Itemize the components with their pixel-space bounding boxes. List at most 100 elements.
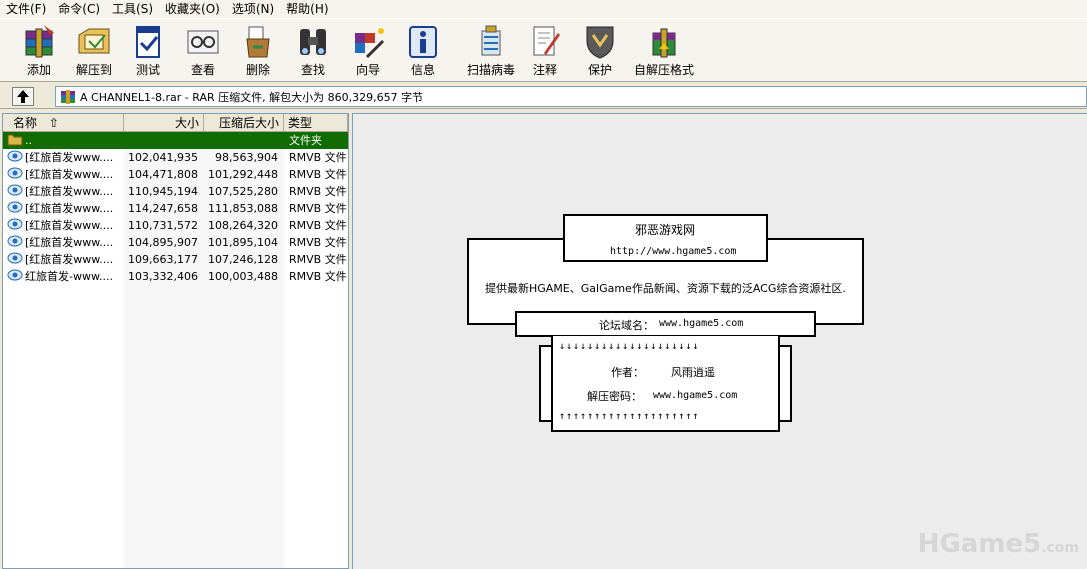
address-text: A CHANNEL1-8.rar - RAR 压缩文件, 解包大小为 860,3…: [80, 90, 424, 104]
file-compressed-size: 107,525,280: [208, 185, 278, 198]
column-compressed-size[interactable]: 压缩后大小: [204, 114, 284, 132]
file-name: [红旅首发www....: [25, 185, 114, 198]
comment-pane: 邪恶游戏网 http://www.hgame5.com 提供最新HGAME、Ga…: [352, 113, 1087, 569]
watermark-logo: HGame5.com: [918, 529, 1079, 559]
comment-forum-url: www.hgame5.com: [659, 318, 744, 329]
delete-icon: [246, 26, 270, 58]
file-compressed-size: 111,853,088: [208, 202, 278, 215]
file-type: RMVB 文件: [289, 185, 347, 198]
comment-site-url: http://www.hgame5.com: [610, 246, 737, 257]
folder-icon: [7, 132, 24, 149]
file-compressed-size: 101,292,448: [208, 168, 278, 181]
file-type: RMVB 文件: [289, 219, 347, 232]
rar-archive-icon: [61, 89, 75, 104]
protect-shield-icon: [586, 26, 614, 59]
up-arrow-icon: [17, 90, 29, 103]
rmvb-file-icon: [7, 200, 24, 217]
virus-scan-icon: [481, 25, 501, 56]
info-label: 信息: [410, 63, 435, 77]
column-header: 名称 ⇧ 大小 压缩后大小 类型: [3, 114, 348, 132]
rmvb-file-icon: [7, 217, 24, 234]
file-row[interactable]: 红旅首发-www.... 103,332,406 100,003,488 RMVB 文…: [3, 268, 348, 285]
comment-down-arrows: ↓↓↓↓↓↓↓↓↓↓↓↓↓↓↓↓↓↓↓↓: [559, 341, 700, 352]
file-list[interactable]: 名称 ⇧ 大小 压缩后大小 类型 .. 文件夹 [红旅首发www.... 102,04…: [2, 113, 349, 569]
comment-author: 风雨逍遥: [671, 366, 715, 379]
protect-button[interactable]: 保护: [571, 23, 629, 79]
column-size[interactable]: 大小: [124, 114, 204, 132]
file-type: RMVB 文件: [289, 202, 347, 215]
wizard-label: 向导: [355, 63, 380, 77]
file-row[interactable]: [红旅首发www.... 109,663,177 107,246,128 RMVB 文…: [3, 251, 348, 268]
rmvb-file-icon: [7, 251, 24, 268]
menu-favorites[interactable]: 收藏夹(O): [159, 0, 226, 18]
menu-file[interactable]: 文件(F): [0, 0, 52, 18]
file-type: RMVB 文件: [289, 236, 347, 249]
column-name[interactable]: 名称 ⇧: [3, 114, 124, 132]
delete-button[interactable]: 删除: [229, 23, 287, 79]
add-archive-icon: [25, 25, 54, 58]
rmvb-file-icon: [7, 149, 24, 166]
file-row[interactable]: [红旅首发www.... 104,895,907 101,895,104 RMVB 文…: [3, 234, 348, 251]
file-size: 109,663,177: [128, 253, 198, 266]
menu-bar: 文件(F) 命令(C) 工具(S) 收藏夹(O) 选项(N) 帮助(H): [0, 0, 1087, 18]
file-row[interactable]: [红旅首发www.... 110,731,572 108,264,320 RMVB 文…: [3, 217, 348, 234]
file-compressed-size: 100,003,488: [208, 270, 278, 283]
file-size: 104,471,808: [128, 168, 198, 181]
file-size: [124, 132, 198, 149]
file-row[interactable]: [红旅首发www.... 102,041,935 98,563,904 RMVB 文件: [3, 149, 348, 166]
column-name-label: 名称: [13, 116, 38, 130]
add-button[interactable]: 添加: [10, 23, 68, 79]
file-type: RMVB 文件: [289, 253, 347, 266]
file-row[interactable]: [红旅首发www.... 110,945,194 107,525,280 RMVB 文…: [3, 183, 348, 200]
menu-tools[interactable]: 工具(S): [106, 0, 159, 18]
file-size: 103,332,406: [128, 270, 198, 283]
rmvb-file-icon: [7, 234, 24, 251]
sfx-label: 自解压格式: [633, 63, 694, 77]
virus-scan-button[interactable]: 扫描病毒: [459, 23, 523, 79]
watermark-suffix: .com: [1041, 540, 1079, 556]
file-name: [红旅首发www....: [25, 168, 114, 181]
rmvb-file-icon: [7, 183, 24, 200]
find-label: 查找: [300, 63, 325, 77]
menu-command[interactable]: 命令(C): [52, 0, 106, 18]
find-button[interactable]: 查找: [284, 23, 342, 79]
view-label: 查看: [190, 63, 215, 77]
comment-up-arrows: ↑↑↑↑↑↑↑↑↑↑↑↑↑↑↑↑↑↑↑↑: [559, 411, 700, 422]
file-name: [红旅首发www....: [25, 151, 114, 164]
sfx-button[interactable]: 自解压格式: [632, 23, 696, 79]
sfx-icon: [652, 28, 676, 58]
file-compressed-size: 108,264,320: [208, 219, 278, 232]
file-size: 104,895,907: [128, 236, 198, 249]
file-type: 文件夹: [289, 134, 322, 147]
comment-label: 注释: [532, 63, 557, 77]
sort-up-icon: ⇧: [48, 116, 59, 130]
delete-label: 删除: [245, 63, 270, 77]
file-compressed-size: 98,563,904: [215, 151, 278, 164]
comment-site-name: 邪恶游戏网: [635, 223, 696, 237]
watermark-main: HGame5: [917, 529, 1042, 559]
wizard-button[interactable]: 向导: [339, 23, 397, 79]
up-folder-button[interactable]: [12, 87, 34, 106]
comment-icon: [533, 26, 560, 56]
address-field[interactable]: A CHANNEL1-8.rar - RAR 压缩文件, 解包大小为 860,3…: [55, 86, 1087, 107]
file-compressed-size: [204, 132, 278, 149]
test-icon: [136, 26, 160, 58]
file-row[interactable]: [红旅首发www.... 104,471,808 101,292,448 RMVB 文…: [3, 166, 348, 183]
toolbar: 添加 解压到 测试 查看 删除 查找 向导 信息 扫描病毒 注释 保护 自解压格…: [0, 18, 1087, 82]
menu-help[interactable]: 帮助(H): [280, 0, 334, 18]
file-row[interactable]: [红旅首发www.... 114,247,658 111,853,088 RMVB 文…: [3, 200, 348, 217]
view-button[interactable]: 查看: [174, 23, 232, 79]
file-name: ..: [25, 134, 32, 147]
file-compressed-size: 107,246,128: [208, 253, 278, 266]
menu-options[interactable]: 选项(N): [226, 0, 280, 18]
parent-folder-row[interactable]: .. 文件夹: [3, 132, 348, 149]
extract-to-button[interactable]: 解压到: [65, 23, 123, 79]
info-button[interactable]: 信息: [394, 23, 452, 79]
test-button[interactable]: 测试: [119, 23, 177, 79]
comment-button[interactable]: 注释: [516, 23, 574, 79]
file-name: [红旅首发www....: [25, 253, 114, 266]
test-label: 测试: [135, 63, 160, 77]
column-type[interactable]: 类型: [284, 114, 348, 132]
file-compressed-size: 101,895,104: [208, 236, 278, 249]
file-type: RMVB 文件: [289, 270, 347, 283]
